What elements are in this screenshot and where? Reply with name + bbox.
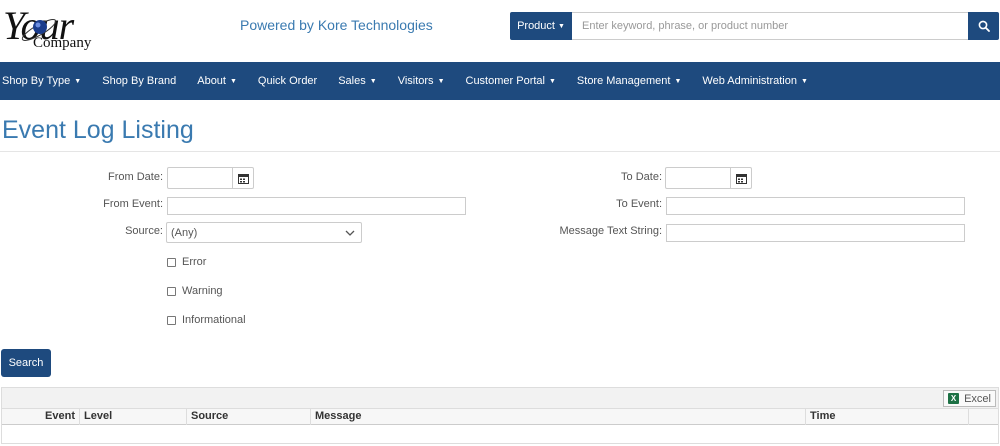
caret-down-icon: ▼: [674, 77, 682, 85]
nav-item-visitors[interactable]: Visitors ▼: [387, 62, 455, 100]
grid-toolbar: X Excel: [2, 388, 998, 409]
caret-down-icon: ▼: [74, 77, 82, 85]
caret-down-icon: ▼: [557, 22, 565, 30]
caret-down-icon: ▼: [801, 77, 808, 85]
to-date-picker: [665, 167, 752, 189]
nav-item-web-administration[interactable]: Web Administration ▼: [692, 62, 819, 100]
nav-item-label: Sales: [338, 75, 366, 87]
error-checkbox[interactable]: Error: [167, 256, 206, 268]
nav-item-label: Visitors: [397, 75, 434, 87]
column-header-time[interactable]: Time: [806, 409, 969, 425]
excel-icon: X: [948, 393, 960, 404]
chevron-down-icon: [345, 230, 355, 236]
informational-checkbox-label: Informational: [182, 314, 246, 326]
search-scope-label: Product: [517, 20, 555, 32]
event-log-grid: X Excel Event Level Source Message Time: [1, 387, 999, 444]
page-title: Event Log Listing: [2, 116, 194, 144]
calendar-icon: [735, 173, 747, 184]
nav-item-about[interactable]: About ▼: [187, 62, 248, 100]
column-header-source[interactable]: Source: [187, 409, 311, 425]
search-submit-button[interactable]: Search: [1, 349, 51, 377]
caret-down-icon: ▼: [229, 77, 237, 85]
to-event-label: To Event:: [616, 198, 662, 210]
to-event-input[interactable]: [666, 197, 965, 215]
nav-item-customer-portal[interactable]: Customer Portal ▼: [455, 62, 566, 100]
checkbox-box[interactable]: [167, 315, 176, 325]
logo-subtext: Company: [33, 35, 92, 51]
product-search: Product ▼ Enter keyword, phrase, or prod…: [510, 12, 999, 40]
from-date-input[interactable]: [167, 167, 233, 189]
nav-item-label: Shop By Type: [2, 75, 71, 87]
nav-item-shop-by-type[interactable]: Shop By Type ▼: [0, 62, 92, 100]
from-date-picker: [167, 167, 254, 189]
source-select-value: (Any): [171, 226, 198, 239]
to-date-label: To Date:: [621, 171, 662, 183]
message-text-input[interactable]: [666, 224, 965, 242]
caret-down-icon: ▼: [437, 77, 445, 85]
error-checkbox-label: Error: [182, 256, 207, 268]
nav-item-label: Store Management: [576, 75, 671, 87]
caret-down-icon: ▼: [548, 77, 556, 85]
main-nav: Shop By Type ▼ Shop By Brand About ▼ Quick Or…: [0, 62, 1000, 100]
source-label: Source:: [125, 225, 163, 237]
from-event-label: From Event:: [103, 198, 163, 210]
nav-item-label: Quick Order: [257, 75, 318, 87]
tagline: Powered by Kore Technologies: [240, 17, 433, 33]
search-button[interactable]: [968, 12, 999, 40]
column-header-message[interactable]: Message: [311, 409, 806, 425]
grid-header-row: Event Level Source Message Time: [2, 409, 998, 425]
message-text-label: Message Text String:: [559, 225, 662, 237]
company-logo[interactable]: Your Company: [0, 2, 120, 56]
warning-checkbox[interactable]: Warning: [167, 285, 223, 297]
checkbox-box[interactable]: [167, 257, 176, 267]
from-date-calendar-button[interactable]: [233, 167, 254, 189]
from-event-input[interactable]: [167, 197, 466, 215]
informational-checkbox[interactable]: Informational: [167, 314, 246, 326]
checkbox-box[interactable]: [167, 286, 176, 296]
to-date-calendar-button[interactable]: [731, 167, 752, 189]
nav-item-label: About: [197, 75, 226, 87]
column-header-filler: [969, 409, 998, 425]
nav-item-quick-order[interactable]: Quick Order: [247, 62, 327, 100]
column-header-level[interactable]: Level: [80, 409, 187, 425]
caret-down-icon: ▼: [369, 77, 377, 85]
column-header-event[interactable]: Event: [2, 409, 80, 425]
nav-item-shop-by-brand[interactable]: Shop By Brand: [92, 62, 187, 100]
source-select[interactable]: (Any): [166, 222, 362, 243]
search-icon: [978, 20, 990, 32]
export-excel-button[interactable]: X Excel: [943, 390, 996, 407]
to-date-input[interactable]: [665, 167, 731, 189]
nav-item-label: Shop By Brand: [102, 75, 177, 87]
nav-item-label: Web Administration: [702, 75, 797, 87]
search-input[interactable]: Enter keyword, phrase, or product number: [572, 12, 968, 40]
export-excel-label: Excel: [964, 392, 991, 405]
warning-checkbox-label: Warning: [182, 285, 223, 297]
title-divider: [0, 151, 1000, 152]
search-scope-dropdown[interactable]: Product ▼: [510, 12, 572, 40]
nav-item-sales[interactable]: Sales ▼: [328, 62, 387, 100]
nav-item-label: Customer Portal: [465, 75, 545, 87]
calendar-icon: [237, 173, 249, 184]
from-date-label: From Date:: [107, 171, 163, 183]
nav-item-store-management[interactable]: Store Management ▼: [566, 62, 692, 100]
